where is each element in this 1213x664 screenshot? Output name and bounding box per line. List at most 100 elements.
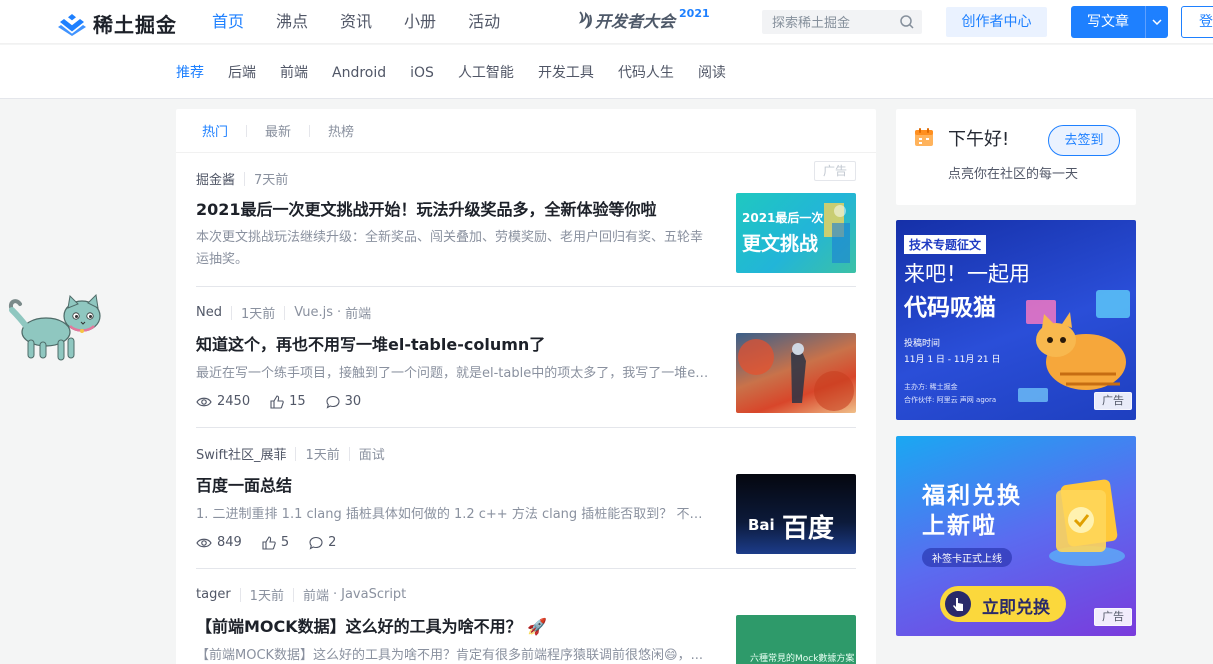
article-title[interactable]: 百度一面总结 xyxy=(196,472,292,496)
ad-badge: 广告 xyxy=(814,161,856,181)
thumb-text-line1: 2021最后一次 xyxy=(742,211,824,225)
publish-time: 7天前 xyxy=(254,173,289,188)
article-tag[interactable]: 面试 xyxy=(359,444,385,463)
category-ios[interactable]: iOS xyxy=(410,45,434,99)
pointer-hand-icon xyxy=(945,591,971,617)
tab-hot[interactable]: 热门 xyxy=(202,121,228,140)
logo-text: 稀土掘金 xyxy=(93,13,177,37)
article-title[interactable]: 知道这个，再也不用写一堆el-table-column了 xyxy=(196,331,545,355)
creator-center-button[interactable]: 创作者中心 xyxy=(946,7,1047,37)
tab-ranking[interactable]: 热榜 xyxy=(328,121,354,140)
publish-time: 1天前 xyxy=(249,589,284,604)
login-button[interactable]: 登录 xyxy=(1181,6,1213,38)
banner-period-label: 投稿时间 xyxy=(904,339,941,349)
article-abstract: 最近在写一个练手项目，接触到了一个问题，就是el-table中的项太多了，我写了… xyxy=(196,366,710,381)
author-name[interactable]: Ned xyxy=(196,305,222,320)
checkin-button[interactable]: 去签到 xyxy=(1048,125,1120,156)
article-feed: 热门 最新 热榜 掘金酱 7天前 广告 2021最后一次更文挑战开始！玩法升级奖… xyxy=(176,109,876,664)
article-title[interactable]: 2021最后一次更文挑战开始！玩法升级奖品多，全新体验等你啦 xyxy=(196,196,657,220)
banner-headline-1: 福利兑换 xyxy=(922,483,1022,509)
category-nav: 推荐 后端 前端 Android iOS 人工智能 开发工具 代码人生 阅读 xyxy=(0,45,1213,99)
search-icon[interactable] xyxy=(899,14,915,30)
category-ai[interactable]: 人工智能 xyxy=(458,45,514,99)
signin-tip: 点亮你在社区的每一天 xyxy=(948,167,1079,182)
publish-time: 1天前 xyxy=(240,307,276,322)
author-name[interactable]: tager xyxy=(196,587,231,602)
cat-mascot-image xyxy=(9,293,101,361)
like-button[interactable]: 5 xyxy=(262,535,289,550)
nav-events[interactable]: 活动 xyxy=(468,0,500,44)
category-android[interactable]: Android xyxy=(332,45,386,99)
signin-card: 下午好! 点亮你在社区的每一天 去签到 xyxy=(896,109,1136,205)
meta-divider xyxy=(348,446,350,461)
meta-divider xyxy=(244,171,246,186)
meta-divider xyxy=(292,587,294,602)
comment-icon xyxy=(326,395,340,409)
nav-pins[interactable]: 沸点 xyxy=(276,0,308,44)
write-article-button[interactable]: 写文章 xyxy=(1071,6,1168,38)
banner-headline-2: 代码吸猫 xyxy=(904,295,996,321)
juejin-logo[interactable]: 稀土掘金 xyxy=(57,9,177,38)
article-item[interactable]: 掘金酱 7天前 广告 2021最后一次更文挑战开始！玩法升级奖品多，全新体验等你… xyxy=(196,153,856,287)
article-title[interactable]: 【前端MOCK数据】这么好的工具为啥不用？ 🚀 xyxy=(196,613,547,637)
article-meta: Ned 1天前 Vue.js · 前端 xyxy=(196,303,371,322)
category-frontend[interactable]: 前端 xyxy=(280,45,308,99)
article-thumbnail[interactable] xyxy=(736,333,856,413)
article-actions: 2450 15 30 xyxy=(196,394,381,409)
article-tag[interactable]: JavaScript xyxy=(341,587,406,602)
nav-books[interactable]: 小册 xyxy=(404,0,436,44)
exchange-now-button[interactable]: 立即兑换 xyxy=(940,586,1066,622)
view-count: 849 xyxy=(196,535,242,550)
banner-partners: 合作伙伴: 阿里云 声网 agora xyxy=(904,396,997,404)
reward-exchange-banner[interactable]: 福利兑换 上新啦 补签卡正式上线 立即兑换 广告 xyxy=(896,436,1136,636)
article-thumbnail[interactable]: 六種常見的Mock數據方案 xyxy=(736,615,856,664)
nav-news[interactable]: 资讯 xyxy=(340,0,372,44)
like-button[interactable]: 15 xyxy=(270,394,306,409)
devcon-label: 开发者大会 xyxy=(595,12,676,31)
write-article-label: 写文章 xyxy=(1087,14,1129,30)
article-thumbnail[interactable]: 2021最后一次 更文挑战 xyxy=(736,193,856,273)
write-dropdown-toggle[interactable] xyxy=(1145,6,1168,38)
category-devtools[interactable]: 开发工具 xyxy=(538,45,594,99)
author-name[interactable]: Swift社区_展菲 xyxy=(196,444,286,463)
author-name[interactable]: 掘金酱 xyxy=(196,169,235,188)
eye-icon xyxy=(196,538,212,547)
eye-icon xyxy=(196,397,212,406)
view-count-value: 849 xyxy=(217,535,242,550)
view-count: 2450 xyxy=(196,394,250,409)
main-nav: 首页 沸点 资讯 小册 活动 xyxy=(212,0,532,44)
article-meta: 掘金酱 7天前 xyxy=(196,169,288,188)
article-item[interactable]: tager 1天前 前端 · JavaScript 【前端MOCK数据】这么好的… xyxy=(196,569,856,664)
comment-button[interactable]: 30 xyxy=(326,394,361,409)
search-input[interactable] xyxy=(762,14,892,30)
calendar-icon xyxy=(915,128,933,146)
category-backend[interactable]: 后端 xyxy=(228,45,256,99)
category-reading[interactable]: 阅读 xyxy=(698,45,726,99)
essay-contest-banner[interactable]: 技术专题征文 来吧！一起用 代码吸猫 投稿时间 11月 1 日 - 11月 21… xyxy=(896,220,1136,420)
devcon-year: 2021 xyxy=(679,6,710,20)
tab-latest[interactable]: 最新 xyxy=(265,121,291,140)
nav-home[interactable]: 首页 xyxy=(212,0,244,44)
chevron-down-icon xyxy=(1152,19,1162,25)
article-thumbnail[interactable]: Bai 百度 xyxy=(736,474,856,554)
thumbs-up-icon xyxy=(270,394,284,409)
banner-organizer: 主办方: 稀土掘金 xyxy=(904,383,958,391)
top-header: 稀土掘金 首页 沸点 资讯 小册 活动 开发者大会 2021 创作者中心 写文章… xyxy=(0,0,1213,44)
tag-separator-dot: · xyxy=(332,587,338,602)
article-tag[interactable]: 前端 xyxy=(303,585,329,604)
article-tag[interactable]: 前端 xyxy=(345,303,371,322)
article-item[interactable]: Ned 1天前 Vue.js · 前端 知道这个，再也不用写一堆el-table… xyxy=(196,287,856,428)
category-code-life[interactable]: 代码人生 xyxy=(618,45,674,99)
banner-headline-2: 上新啦 xyxy=(922,513,997,539)
baidu-logo-text: Bai xyxy=(748,516,775,534)
ad-badge: 广告 xyxy=(1094,392,1132,410)
comment-button[interactable]: 2 xyxy=(309,535,336,550)
article-item[interactable]: Swift社区_展菲 1天前 面试 百度一面总结 1. 二进制重排 1.1 cl… xyxy=(196,428,856,569)
tab-divider xyxy=(246,124,248,137)
meta-divider xyxy=(230,305,232,320)
article-meta: tager 1天前 前端 · JavaScript xyxy=(196,585,406,604)
baidu-chinese-text: 百度 xyxy=(782,514,835,544)
category-recommend[interactable]: 推荐 xyxy=(176,45,204,99)
nav-devcon[interactable]: 开发者大会 2021 xyxy=(577,6,710,32)
article-tag[interactable]: Vue.js xyxy=(294,305,333,320)
